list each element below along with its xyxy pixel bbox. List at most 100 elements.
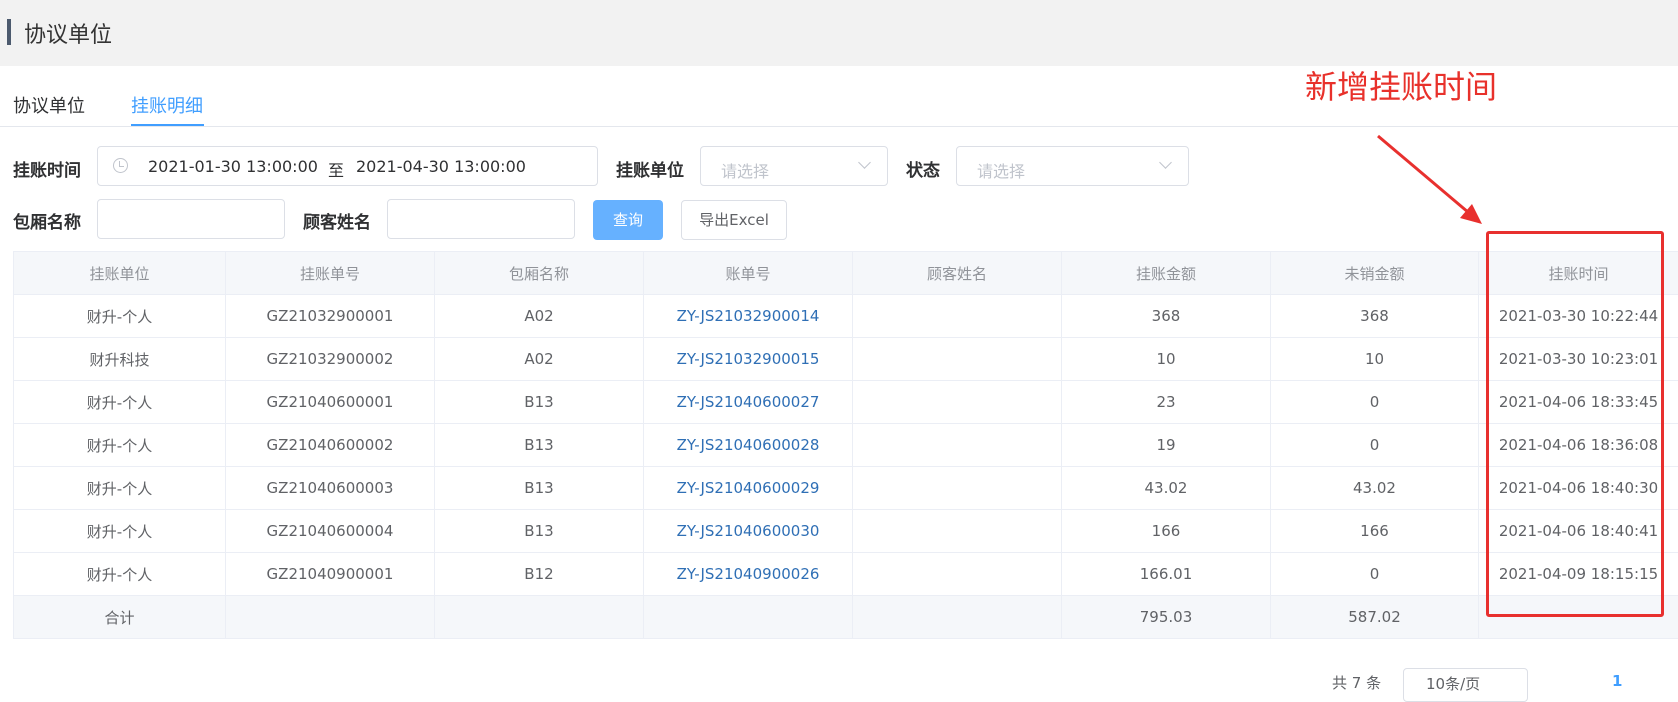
table-row[interactable]: 财升-个人GZ21040600001B13 ZY-JS21040600027 230… <box>14 381 1678 424</box>
chevron-down-icon <box>1159 156 1172 169</box>
summary-cell <box>435 596 644 639</box>
annotation-highlight-box <box>1486 231 1664 617</box>
table-cell: GZ21040900001 <box>226 553 435 596</box>
column-header[interactable]: 挂账金额 <box>1062 252 1271 295</box>
annotation-arrow-icon <box>1370 130 1490 230</box>
export-excel-button[interactable]: 导出Excel <box>681 200 787 240</box>
title-accent-bar <box>7 19 11 45</box>
table-cell: ZY-JS21040600027 <box>644 381 853 424</box>
status-label: 状态 <box>906 156 940 181</box>
table-cell: ZY-JS21032900015 <box>644 338 853 381</box>
table-cell: ZY-JS21032900014 <box>644 295 853 338</box>
table-cell: 0 <box>1271 424 1479 467</box>
table-row[interactable]: 财升-个人GZ21040600003B13 ZY-JS21040600029 43.… <box>14 467 1678 510</box>
column-header[interactable]: 挂账单位 <box>14 252 226 295</box>
start-date-input[interactable]: 2021-01-30 13:00:00 <box>148 157 318 176</box>
table-cell: B12 <box>435 553 644 596</box>
table-cell: GZ21032900002 <box>226 338 435 381</box>
page-size-select[interactable]: 10条/页 <box>1403 668 1528 702</box>
table-cell: GZ21040600004 <box>226 510 435 553</box>
range-separator: 至 <box>328 157 344 181</box>
tab-agreement-unit[interactable]: 协议单位 <box>13 92 85 118</box>
table-cell <box>853 510 1062 553</box>
table-cell: 财升-个人 <box>14 295 226 338</box>
query-button[interactable]: 查询 <box>593 200 663 240</box>
credit-unit-placeholder: 请选择 <box>721 158 769 182</box>
summary-cell: 合计 <box>14 596 226 639</box>
table-cell: 19 <box>1062 424 1271 467</box>
summary-cell: 587.02 <box>1271 596 1479 639</box>
clock-icon <box>113 158 128 173</box>
table-cell: B13 <box>435 381 644 424</box>
table-cell: ZY-JS21040600029 <box>644 467 853 510</box>
table-cell: 10 <box>1062 338 1271 381</box>
table-cell: 43.02 <box>1062 467 1271 510</box>
summary-cell <box>644 596 853 639</box>
customer-name-input[interactable] <box>387 199 575 239</box>
table-cell: 368 <box>1271 295 1479 338</box>
table-cell: GZ21040600001 <box>226 381 435 424</box>
table-cell <box>853 424 1062 467</box>
credit-unit-select[interactable]: 请选择 <box>700 146 888 186</box>
summary-cell: 795.03 <box>1062 596 1271 639</box>
page-title: 协议单位 <box>24 17 112 49</box>
room-name-input[interactable] <box>97 199 285 239</box>
table-cell: GZ21032900001 <box>226 295 435 338</box>
column-header[interactable]: 包厢名称 <box>435 252 644 295</box>
bill-number-link[interactable]: ZY-JS21040600030 <box>677 522 820 540</box>
bill-number-link[interactable]: ZY-JS21040900026 <box>677 565 820 583</box>
bill-number-link[interactable]: ZY-JS21040600027 <box>677 393 820 411</box>
table-row[interactable]: 财升-个人GZ21040600002B13ZY-JS21040600028190… <box>14 424 1678 467</box>
table-cell: 财升-个人 <box>14 553 226 596</box>
table-cell: 23 <box>1062 381 1271 424</box>
page-header: 协议单位 <box>0 0 1678 66</box>
table-cell: ZY-JS21040900026 <box>644 553 853 596</box>
tab-divider <box>0 126 1678 127</box>
credit-unit-label: 挂账单位 <box>616 156 684 181</box>
bill-number-link[interactable]: ZY-JS21040600028 <box>677 436 820 454</box>
table-cell <box>853 381 1062 424</box>
table-cell: GZ21040600002 <box>226 424 435 467</box>
table-row[interactable]: 财升-个人GZ21040600004B13ZY-JS21040600030166… <box>14 510 1678 553</box>
table-cell: 0 <box>1271 381 1479 424</box>
bill-number-link[interactable]: ZY-JS21040600029 <box>677 479 820 497</box>
table-cell: 财升-个人 <box>14 510 226 553</box>
table-cell: ZY-JS21040600030 <box>644 510 853 553</box>
chevron-down-icon <box>858 156 871 169</box>
table-cell: GZ21040600003 <box>226 467 435 510</box>
table-cell: 43.02 <box>1271 467 1479 510</box>
table-cell: 财升-个人 <box>14 424 226 467</box>
summary-row: 合计 795.03587.02 <box>14 596 1678 639</box>
table-row[interactable]: 财升科技GZ21032900002A02ZY-JS210329000151010… <box>14 338 1678 381</box>
bill-number-link[interactable]: ZY-JS21032900015 <box>677 350 820 368</box>
table-row[interactable]: 财升-个人GZ21040900001B12ZY-JS21040900026166… <box>14 553 1678 596</box>
table-row[interactable]: 财升-个人GZ21032900001A02 ZY-JS21032900014 368… <box>14 295 1678 338</box>
column-header[interactable]: 顾客姓名 <box>853 252 1062 295</box>
table-cell: 财升-个人 <box>14 381 226 424</box>
bill-number-link[interactable]: ZY-JS21032900014 <box>677 307 820 325</box>
date-range-picker[interactable]: 2021-01-30 13:00:00 至 2021-04-30 13:00:0… <box>97 146 598 186</box>
table-cell <box>853 295 1062 338</box>
current-page-number[interactable]: 1 <box>1612 672 1622 690</box>
table-cell <box>853 467 1062 510</box>
tab-credit-detail[interactable]: 挂账明细 <box>131 92 203 118</box>
table-cell: 368 <box>1062 295 1271 338</box>
summary-cell <box>853 596 1062 639</box>
table-cell: 10 <box>1271 338 1479 381</box>
status-select[interactable]: 请选择 <box>956 146 1189 186</box>
table-header-row: 挂账单位 挂账单号 包厢名称 账单号 顾客姓名 挂账金额 未销金额 挂账时间 <box>14 252 1678 295</box>
table-cell: 166 <box>1271 510 1479 553</box>
column-header[interactable]: 账单号 <box>644 252 853 295</box>
end-date-input[interactable]: 2021-04-30 13:00:00 <box>356 157 526 176</box>
column-header[interactable]: 挂账单号 <box>226 252 435 295</box>
table-cell: 财升-个人 <box>14 467 226 510</box>
credit-time-label: 挂账时间 <box>13 156 81 181</box>
column-header[interactable]: 未销金额 <box>1271 252 1479 295</box>
table-cell: B13 <box>435 467 644 510</box>
status-placeholder: 请选择 <box>977 158 1025 182</box>
table-cell: 0 <box>1271 553 1479 596</box>
summary-cell <box>226 596 435 639</box>
table-cell: ZY-JS21040600028 <box>644 424 853 467</box>
table-cell: 财升科技 <box>14 338 226 381</box>
table-cell: A02 <box>435 295 644 338</box>
